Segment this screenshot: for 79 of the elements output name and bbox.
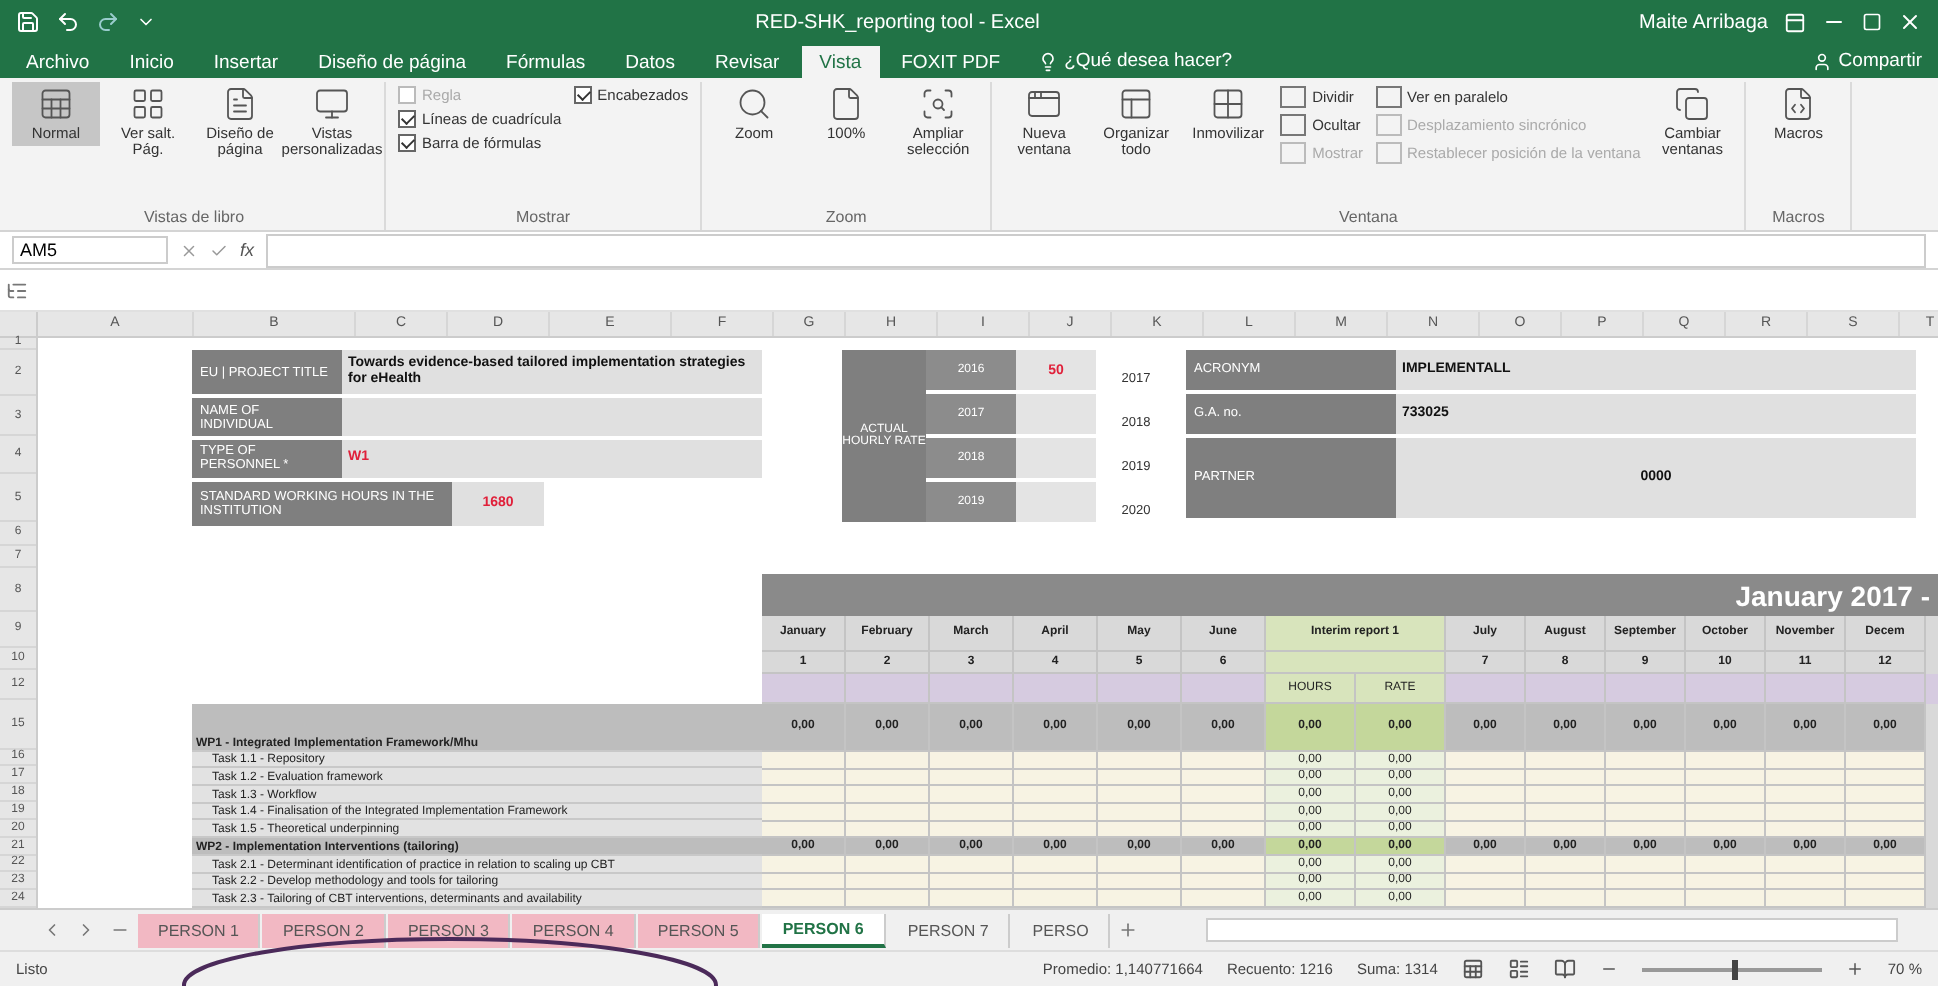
person-icon	[1812, 51, 1833, 71]
save-icon[interactable]	[16, 10, 40, 34]
pane-icon	[1280, 86, 1307, 108]
table-cell	[1766, 786, 1846, 804]
redo-icon[interactable]	[96, 10, 120, 34]
share-button[interactable]: Compartir	[1804, 50, 1930, 78]
zoom-slider[interactable]	[1731, 959, 1738, 979]
group-label: Macros	[1770, 208, 1827, 230]
table-cell	[1606, 786, 1686, 804]
ribbon-tab[interactable]: Datos	[607, 46, 693, 78]
sheet-tab[interactable]: PERSON 4	[512, 913, 636, 947]
group-label: Ventana	[1336, 208, 1400, 230]
rate-value	[1016, 438, 1096, 478]
zoom-in-icon[interactable]	[1845, 960, 1864, 978]
user-name: Maite Arribaga	[1639, 11, 1768, 33]
table-cell	[1446, 786, 1526, 804]
ribbon-tab[interactable]: Inicio	[111, 46, 192, 78]
search-icon	[736, 86, 773, 122]
close-icon[interactable]	[1898, 10, 1922, 34]
window-icon	[1026, 86, 1063, 122]
pane-icon	[1280, 142, 1307, 164]
window-title: RED-SHK_reporting tool - Excel	[753, 11, 1042, 33]
sheet-tab[interactable]: PERSO	[1012, 913, 1111, 947]
table-cell	[1846, 786, 1926, 804]
outline-icon[interactable]	[6, 279, 28, 301]
document-icon	[1780, 86, 1817, 122]
enter-icon[interactable]	[210, 241, 228, 259]
sheet-icon	[38, 86, 74, 122]
grid-icon	[130, 86, 166, 122]
sheet-tab[interactable]: PERSON 2	[262, 913, 386, 947]
table-cell	[1686, 786, 1766, 804]
sheet-tab[interactable]: PERSON 1	[138, 913, 261, 947]
table-cell	[762, 786, 846, 804]
lightbulb-icon	[1038, 51, 1059, 71]
page-icon	[222, 86, 258, 122]
pane-icon	[1375, 86, 1402, 108]
rate-value	[1016, 482, 1096, 522]
rate-value	[1016, 394, 1096, 434]
sheet-tab[interactable]: PERSON 5	[637, 913, 761, 947]
pane-icon	[1375, 142, 1402, 164]
table-cell	[1526, 786, 1606, 804]
table-cell	[1098, 786, 1182, 804]
ribbon-tab[interactable]: Fórmulas	[488, 46, 604, 78]
panels-icon	[1118, 86, 1155, 122]
group-label: Zoom	[823, 208, 869, 230]
page-layout-icon[interactable]	[1507, 958, 1530, 980]
monitor-icon	[314, 86, 350, 122]
grid-icon	[1210, 86, 1247, 122]
table-cell	[1182, 786, 1266, 804]
sheet-tab[interactable]: PERSON 7	[887, 913, 1011, 947]
group-label: Vistas de libro	[141, 208, 247, 230]
ribbon-tab[interactable]: Archivo	[8, 46, 108, 78]
ribbon-tab[interactable]: Vista	[801, 46, 880, 78]
ribbon-tab[interactable]: Diseño de página	[300, 46, 485, 78]
normal-view-icon[interactable]	[1461, 958, 1484, 980]
ribbon-tab[interactable]: FOXIT PDF	[883, 46, 1019, 78]
insert-function-button[interactable]: fx	[240, 240, 255, 260]
ribbon-tab[interactable]: Revisar	[696, 46, 798, 78]
table-cell	[846, 786, 930, 804]
table-cell	[1014, 786, 1098, 804]
document-icon	[828, 86, 865, 122]
ribbon-tab[interactable]: Insertar	[195, 46, 297, 78]
cancel-icon[interactable]	[180, 241, 198, 259]
magnifier-icon	[920, 86, 957, 122]
pane-icon	[1375, 114, 1402, 136]
maximize-icon[interactable]	[1862, 12, 1882, 32]
page-break-icon[interactable]	[1553, 958, 1576, 980]
formula-field[interactable]	[266, 233, 1926, 267]
table-cell	[930, 786, 1014, 804]
ribbon-display-icon[interactable]	[1784, 11, 1806, 33]
tell-me-field[interactable]: ¿Qué desea hacer?	[1022, 50, 1233, 78]
horizontal-scrollbar[interactable]	[1206, 918, 1898, 942]
windows-icon	[1674, 86, 1711, 122]
pane-icon	[1280, 114, 1307, 136]
undo-icon[interactable]	[56, 10, 80, 34]
period-banner: January 2017 -	[762, 574, 1938, 617]
group-label: Mostrar	[513, 208, 573, 230]
sheet-tab[interactable]: PERSON 6	[762, 913, 886, 947]
name-box[interactable]: AM5	[12, 236, 168, 264]
